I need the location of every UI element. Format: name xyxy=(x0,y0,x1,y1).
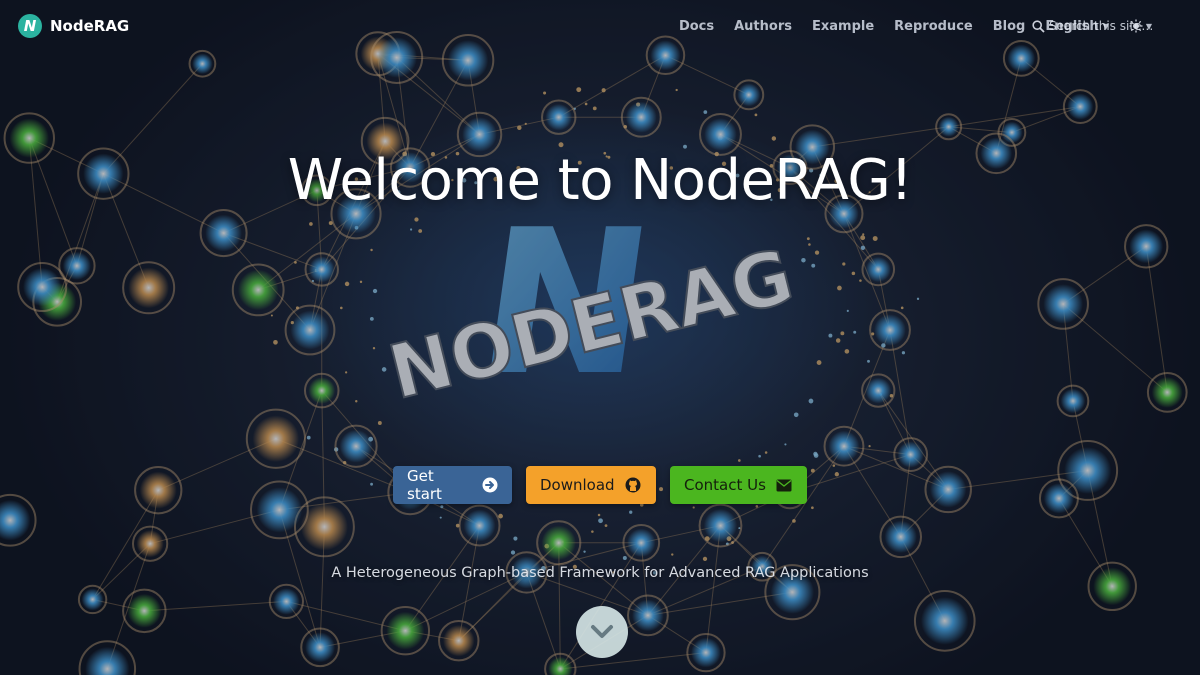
search-box xyxy=(1152,0,1200,52)
nav-link-reproduce[interactable]: Reproduce xyxy=(894,19,973,34)
contact-us-button[interactable]: Contact Us xyxy=(670,466,807,504)
top-navbar: N NodeRAG Docs Authors Example Reproduce… xyxy=(0,0,1200,52)
noderag-logo-icon: N xyxy=(18,14,42,38)
contact-us-label: Contact Us xyxy=(684,476,766,494)
github-icon xyxy=(625,477,641,493)
search-icon xyxy=(1032,19,1045,33)
scroll-down-button[interactable] xyxy=(576,606,628,658)
brand-link[interactable]: N NodeRAG xyxy=(18,14,129,38)
get-start-button[interactable]: Get start xyxy=(393,466,512,504)
brand-name: NodeRAG xyxy=(50,17,130,35)
nav-link-authors[interactable]: Authors xyxy=(734,19,792,34)
download-label: Download xyxy=(540,476,615,494)
search-container xyxy=(1032,16,1156,36)
hero-buttons: Get start Download Contact Us xyxy=(0,466,1200,504)
hero-title: Welcome to NodeRAG! xyxy=(287,148,913,213)
envelope-icon xyxy=(776,479,792,491)
search-input[interactable] xyxy=(1049,19,1153,33)
download-button[interactable]: Download xyxy=(526,466,656,504)
nav-link-blog[interactable]: Blog xyxy=(993,19,1026,34)
nav-link-docs[interactable]: Docs xyxy=(679,19,714,34)
nav-link-example[interactable]: Example xyxy=(812,19,874,34)
hero-subtitle: A Heterogeneous Graph-based Framework fo… xyxy=(331,565,869,581)
arrow-circle-right-icon xyxy=(482,477,498,493)
get-start-label: Get start xyxy=(407,467,442,503)
chevron-down-icon xyxy=(591,625,613,638)
